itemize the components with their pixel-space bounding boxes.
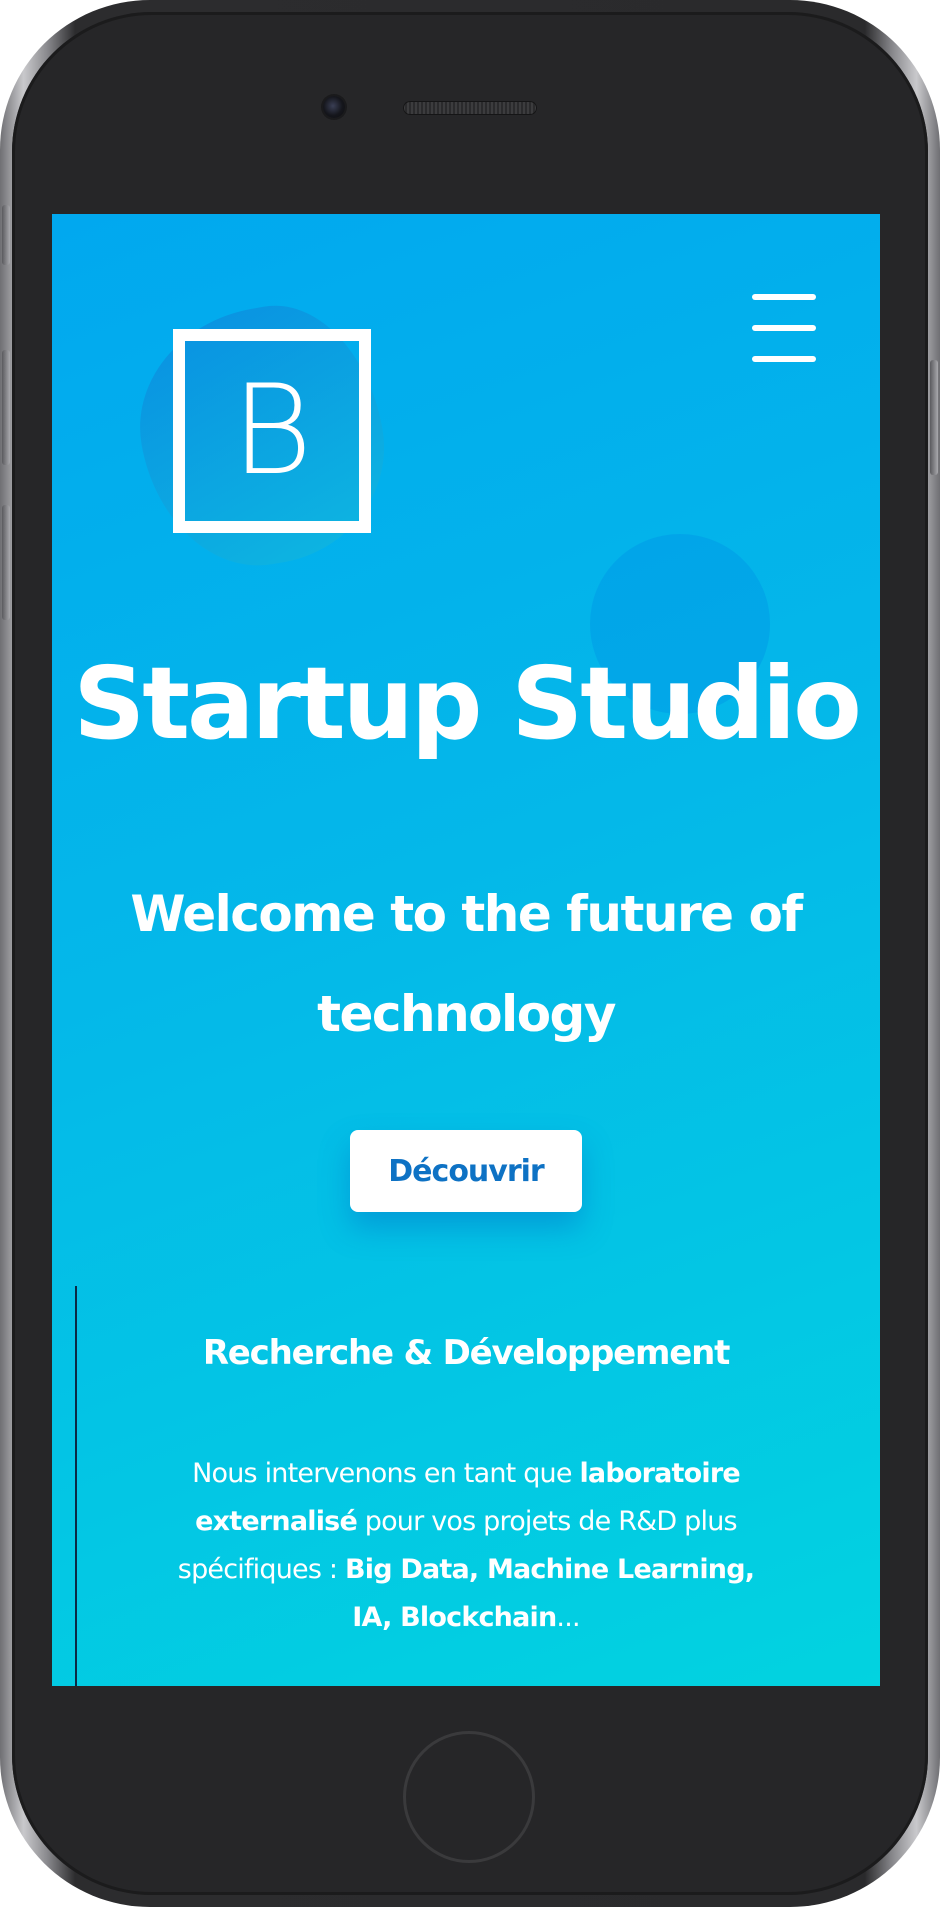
section-text-bold2: Big Data, Machine Learning, IA, Blockcha…	[344, 1554, 755, 1633]
home-button[interactable]	[403, 1731, 535, 1863]
section-text-part1: Nous intervenons en tant que	[192, 1458, 580, 1489]
hero-subtitle: Welcome to the future of technology	[130, 885, 803, 1043]
discover-button[interactable]: Découvrir	[350, 1130, 582, 1212]
volume-up-button	[2, 350, 10, 465]
section-description: Nous intervenons en tant que laboratoire…	[172, 1450, 760, 1642]
brand-logo[interactable]: B	[173, 329, 371, 533]
power-button	[930, 360, 938, 475]
screen: B Startup Studio Welcome to the future o…	[52, 214, 880, 1686]
section-text-part3: ...	[556, 1602, 580, 1633]
mute-switch	[2, 205, 10, 265]
hamburger-menu-icon[interactable]	[752, 294, 816, 362]
volume-down-button	[2, 505, 10, 620]
earpiece-speaker	[403, 101, 537, 115]
phone-frame: B Startup Studio Welcome to the future o…	[0, 0, 940, 1907]
logo-letter: B	[231, 359, 313, 503]
front-camera	[323, 96, 345, 118]
section-title: Recherche & Développement	[202, 1333, 731, 1373]
hero-title: Startup Studio	[73, 645, 862, 762]
